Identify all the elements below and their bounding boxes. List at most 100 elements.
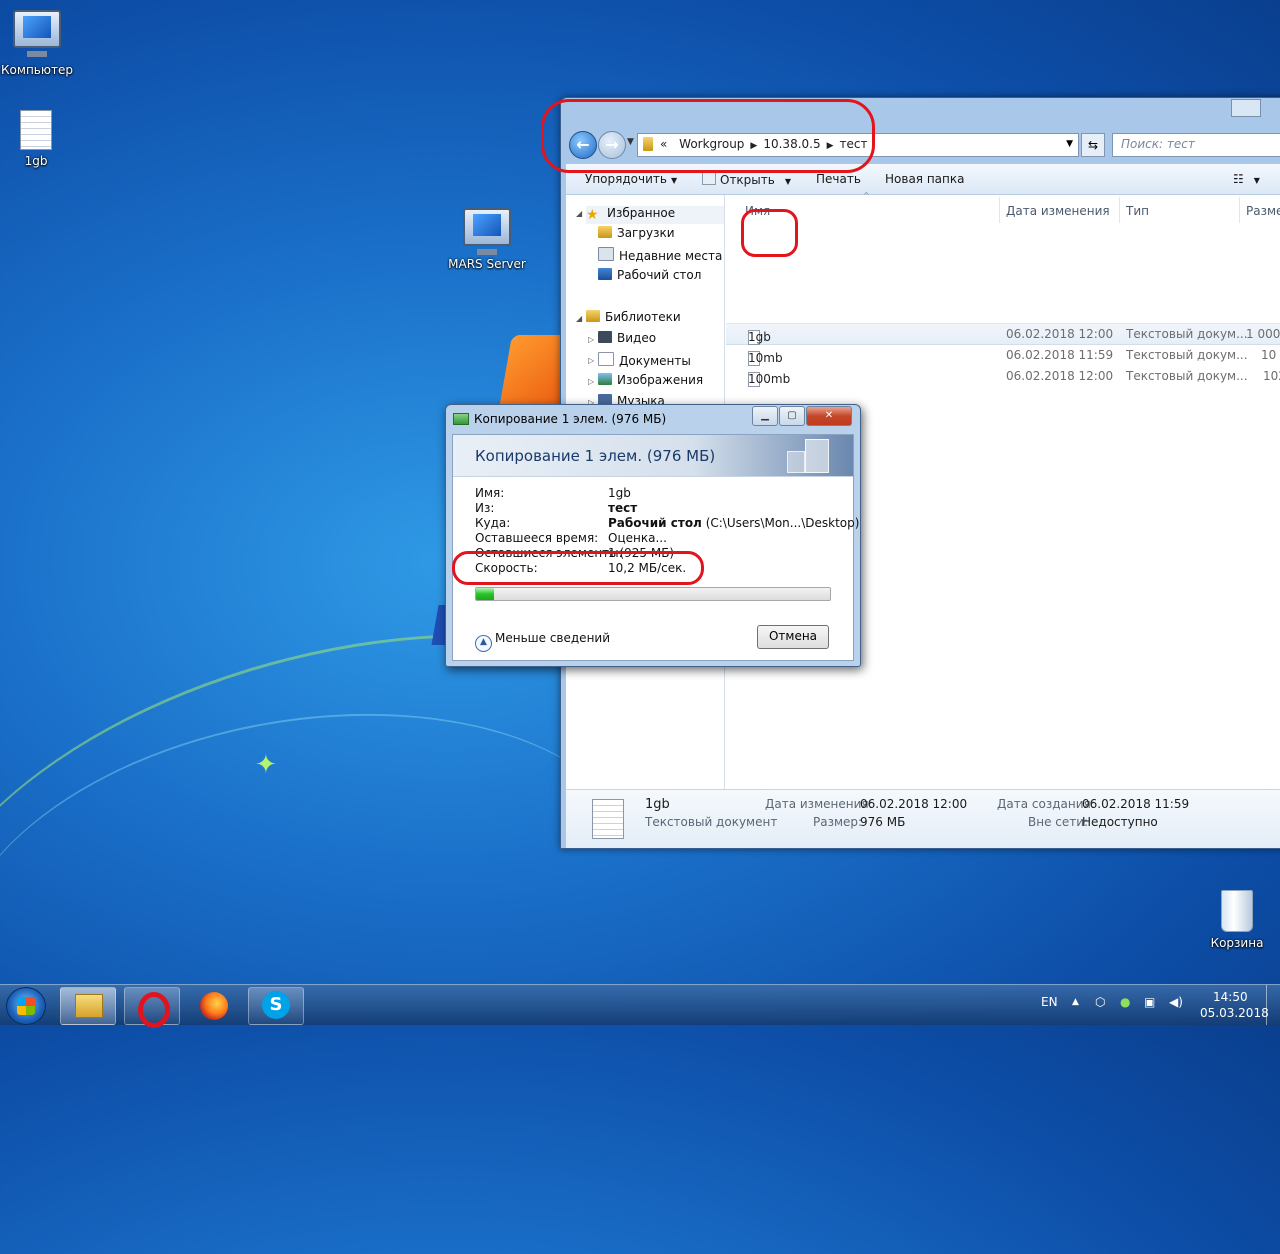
desktop-icon-label: Корзина	[1210, 936, 1264, 950]
taskbar: S EN ▲ ⬡ ● ▣ ◀) 14:50 05.03.2018	[0, 984, 1280, 1028]
details-created-value: 06.02.2018 11:59	[1082, 797, 1190, 811]
open-icon	[702, 172, 716, 185]
desktop-icon-label: MARS Server	[448, 257, 526, 271]
from-value[interactable]: тест	[608, 501, 637, 515]
nav-documents[interactable]: Документы	[598, 352, 691, 368]
address-dropdown-icon[interactable]: ▼	[1066, 139, 1073, 149]
dialog-title: Копирование 1 элем. (976 МБ)	[474, 412, 667, 426]
nav-downloads[interactable]: Загрузки	[598, 226, 675, 240]
to-label: Куда:	[475, 516, 511, 530]
details-file-kind: Текстовый документ	[645, 815, 778, 829]
volume-icon[interactable]: ◀)	[1169, 995, 1183, 1009]
desktop-icon-label: Компьютер	[1, 63, 73, 77]
highlight-speed	[452, 551, 704, 585]
nav-desktop[interactable]: Рабочий стол	[598, 268, 701, 282]
cancel-button[interactable]: Отмена	[757, 625, 829, 649]
images-library-icon	[598, 373, 612, 385]
column-header-size[interactable]: Размер	[1246, 204, 1280, 218]
tray-app-icon[interactable]: ●	[1120, 995, 1130, 1009]
file-row-100mb[interactable]: 100mb 06.02.2018 12:00 Текстовый докум..…	[726, 366, 1280, 387]
copy-dialog[interactable]: Копирование 1 элем. (976 МБ) ▁ ▢ ✕ Копир…	[445, 404, 861, 667]
documents-library-icon	[598, 352, 614, 366]
recycle-bin-icon	[1221, 890, 1253, 932]
opera-icon	[138, 992, 170, 1028]
expand-icon[interactable]: ◢	[576, 209, 582, 218]
clock-time[interactable]: 14:50	[1213, 990, 1248, 1004]
decorative-glass	[787, 451, 805, 473]
text-file-icon	[20, 110, 52, 150]
nav-favorites[interactable]: ★ Избранное	[586, 206, 724, 224]
desktop-icon-label: 1gb	[24, 154, 48, 168]
taskbar-firefox-button[interactable]	[186, 987, 242, 1025]
file-size: 102 4	[1263, 369, 1280, 383]
computer-icon	[13, 10, 61, 48]
details-offline-label: Вне сети:	[1028, 815, 1089, 829]
maximize-button[interactable]: ▢	[779, 406, 805, 426]
nav-images[interactable]: Изображения	[598, 373, 703, 387]
nav-video[interactable]: Видео	[598, 331, 656, 345]
sort-ascending-icon: ^	[863, 191, 870, 200]
collapsed-arrow-icon[interactable]: ▷	[588, 356, 594, 365]
column-header-date[interactable]: Дата изменения	[1006, 204, 1110, 218]
close-button[interactable]: ✕	[806, 406, 852, 426]
open-button[interactable]: Открыть ▼	[702, 172, 791, 187]
recent-places-icon	[598, 247, 614, 261]
minimize-button[interactable]: ▁	[752, 406, 778, 426]
details-modified-value: 06.02.2018 12:00	[860, 797, 968, 811]
collapsed-arrow-icon[interactable]: ▷	[588, 377, 594, 386]
copy-progress-bar	[475, 587, 831, 601]
details-file-name: 1gb	[645, 797, 670, 812]
clock-date[interactable]: 05.03.2018	[1200, 1006, 1269, 1020]
desktop-icon-1gb[interactable]: 1gb	[0, 110, 81, 168]
column-header-type[interactable]: Тип	[1126, 204, 1149, 218]
taskbar-explorer-button[interactable]	[60, 987, 116, 1025]
to-value[interactable]: Рабочий стол (C:\Users\Mon...\Desktop)	[608, 516, 859, 530]
less-details-button[interactable]: ▲ Меньше сведений	[475, 631, 610, 652]
downloads-folder-icon	[598, 226, 612, 238]
taskbar-skype-button[interactable]: S	[248, 987, 304, 1025]
libraries-icon	[586, 310, 600, 322]
start-button[interactable]	[6, 987, 46, 1025]
language-indicator[interactable]: EN	[1041, 995, 1058, 1009]
dialog-heading: Копирование 1 элем. (976 МБ)	[475, 447, 716, 465]
progress-fill	[476, 588, 494, 600]
desktop-icon-mars-server[interactable]: MARS Server	[442, 208, 532, 271]
collapsed-arrow-icon[interactable]: ▷	[588, 335, 594, 344]
desktop-icon-computer[interactable]: Компьютер	[0, 10, 82, 77]
file-date: 06.02.2018 12:00	[1006, 369, 1114, 383]
dialog-body: Копирование 1 элем. (976 МБ) Имя: 1gb Из…	[452, 434, 859, 661]
show-hidden-icons[interactable]: ▲	[1072, 997, 1079, 1007]
network-icon[interactable]: ▣	[1144, 995, 1155, 1009]
nav-recent[interactable]: Недавние места	[598, 247, 722, 263]
details-offline-value: Недоступно	[1082, 815, 1158, 829]
expand-icon[interactable]: ◢	[576, 314, 582, 323]
computer-shortcut-icon	[463, 208, 511, 246]
file-row-1gb[interactable]: 1gb 06.02.2018 12:00 Текстовый докум... …	[726, 323, 1280, 345]
view-options-icon[interactable]: ☷ ▼	[1233, 172, 1260, 186]
refresh-icon[interactable]: ⇆	[1081, 133, 1105, 157]
from-label: Из:	[475, 501, 495, 515]
show-desktop-button[interactable]	[1266, 985, 1280, 1025]
security-shield-icon[interactable]: ⬡	[1095, 995, 1105, 1009]
video-library-icon	[598, 331, 612, 343]
details-size-label: Размер:	[813, 815, 863, 829]
desktop-folder-icon	[598, 268, 612, 280]
decorative-glass	[805, 439, 829, 473]
file-type: Текстовый докум...	[1126, 327, 1248, 341]
new-folder-button[interactable]: Новая папка	[885, 172, 964, 186]
search-input[interactable]: Поиск: тест	[1112, 133, 1280, 157]
nav-libraries[interactable]: Библиотеки	[586, 310, 681, 324]
taskbar-opera-button[interactable]	[124, 987, 180, 1028]
text-file-icon	[592, 799, 624, 839]
firefox-icon	[200, 992, 228, 1020]
window-minimize-button[interactable]	[1231, 99, 1261, 117]
folder-icon	[75, 994, 103, 1018]
desktop-icon-recycle-bin[interactable]: Корзина	[1192, 890, 1280, 950]
print-button[interactable]: Печать	[816, 172, 861, 186]
file-name: 10mb	[748, 351, 783, 365]
details-size-value: 976 МБ	[860, 815, 906, 829]
chevron-up-icon: ▲	[475, 635, 492, 652]
file-row-10mb[interactable]: 10mb 06.02.2018 11:59 Текстовый докум...…	[726, 345, 1280, 366]
file-date: 06.02.2018 11:59	[1006, 348, 1114, 362]
organize-button[interactable]: Упорядочить ▼	[585, 172, 677, 186]
